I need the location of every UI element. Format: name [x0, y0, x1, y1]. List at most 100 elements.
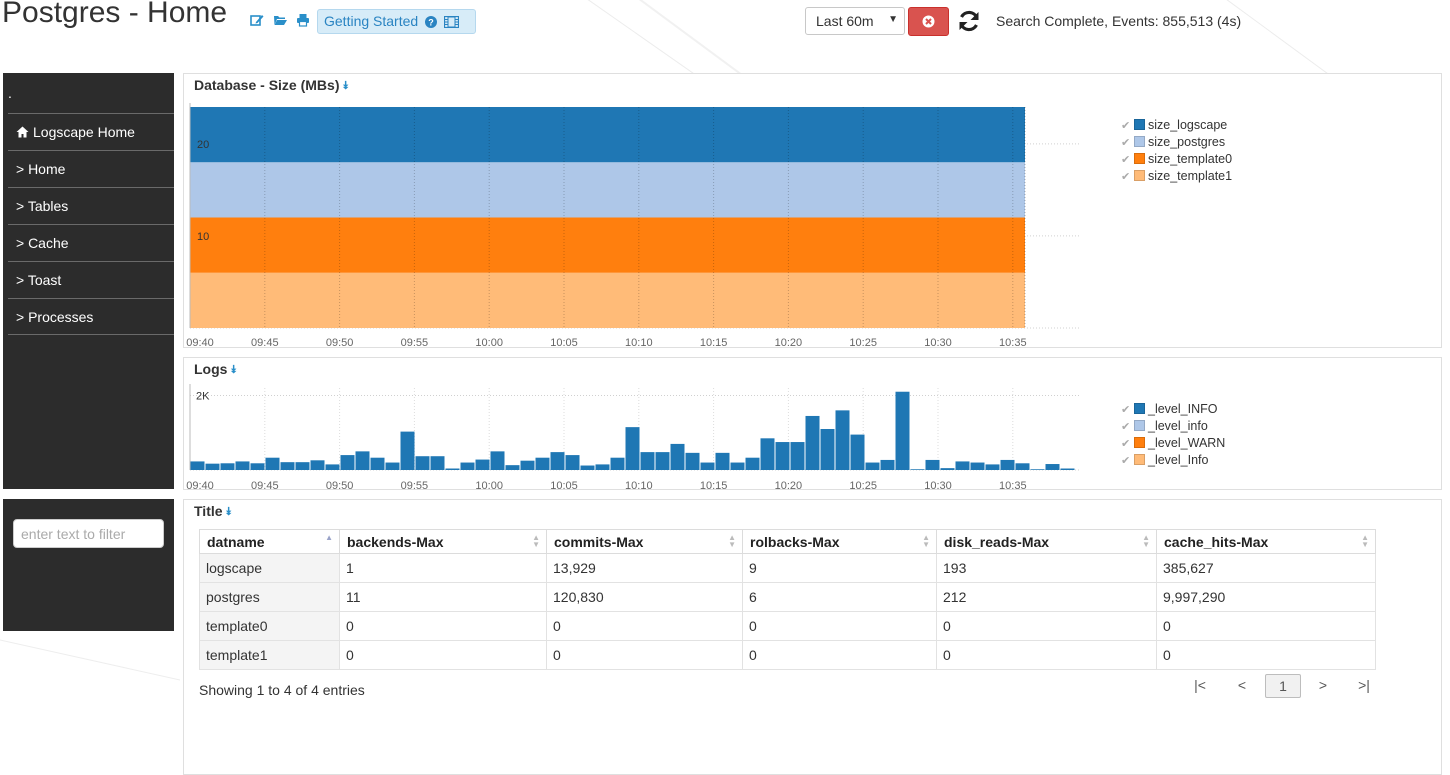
pager-next-button[interactable]: > [1308, 674, 1338, 698]
column-header-backends[interactable]: backends-Max ▲ ▼ [339, 529, 547, 554]
table-cell: 13,929 [546, 553, 743, 583]
column-header-cache-hits[interactable]: cache_hits-Max ▲ ▼ [1156, 529, 1376, 554]
folder-open-icon[interactable] [273, 13, 287, 27]
legend-swatch [1134, 136, 1145, 147]
table-cell: template0 [199, 611, 340, 641]
bar-_level_INFO [850, 434, 865, 470]
bar-_level_INFO [775, 442, 790, 470]
x-tick-label: 09:55 [401, 337, 429, 349]
legend-item[interactable]: ✔ _level_WARN [1121, 436, 1225, 453]
bar-_level_INFO [565, 455, 580, 470]
x-tick-label: 10:35 [999, 480, 1027, 491]
bar-_level_INFO [235, 461, 250, 470]
stop-search-button[interactable] [908, 7, 949, 36]
table-row[interactable]: template1 0 0 0 0 0 [199, 640, 1376, 670]
checkmark-icon: ✔ [1121, 120, 1131, 132]
column-label: commits-Max [554, 533, 644, 550]
checkmark-icon: ✔ [1121, 154, 1131, 166]
bar-_level_INFO [1015, 463, 1030, 470]
table-cell: 212 [936, 582, 1157, 612]
legend-item[interactable]: ✔ size_template0 [1121, 152, 1232, 169]
legend-swatch [1134, 437, 1145, 448]
logs-legend: ✔ _level_INFO ✔ _level_info ✔ _level_WARN ✔ _le… [1121, 402, 1225, 470]
legend-item[interactable]: ✔ size_logscape [1121, 118, 1232, 135]
time-range-select[interactable]: Last 60m ▼ [805, 7, 905, 35]
column-label: datname [207, 533, 265, 550]
chevron-down-icon[interactable]: ⯯ [226, 506, 233, 519]
x-tick-label: 10:35 [999, 337, 1027, 349]
bar-_level_INFO [910, 469, 925, 470]
table-title: Title [194, 503, 223, 519]
sort-icon: ▲ ▼ [532, 533, 540, 549]
bar-_level_INFO [205, 463, 220, 470]
legend-swatch [1134, 119, 1145, 130]
checkmark-icon: ✔ [1121, 137, 1131, 149]
sidebar-item-toast[interactable]: > Toast [8, 261, 174, 297]
sidebar-marker: . [8, 85, 12, 101]
x-tick-label: 10:10 [625, 480, 653, 491]
bar-_level_INFO [805, 415, 820, 470]
legend-item[interactable]: ✔ _level_Info [1121, 453, 1225, 470]
y-tick-label: 2K [196, 390, 210, 402]
print-icon[interactable] [296, 13, 310, 27]
table-cell: 0 [742, 640, 937, 670]
time-range-value: Last 60m [816, 13, 874, 29]
sidebar-item-tables[interactable]: > Tables [8, 187, 174, 223]
x-tick-label: 10:05 [550, 337, 578, 349]
bar-_level_INFO [430, 456, 445, 470]
legend-swatch [1134, 403, 1145, 414]
table-row[interactable]: postgres 11 120,830 6 212 9,997,290 [199, 582, 1376, 612]
db-size-panel: Database - Size (MBs) ⯯ 10 20 09:40 09:45 09:… [183, 73, 1442, 349]
refresh-icon[interactable] [956, 8, 982, 34]
bar-_level_INFO [985, 464, 1000, 470]
checkmark-icon: ✔ [1121, 404, 1131, 416]
pager-page-1[interactable]: 1 [1265, 674, 1301, 698]
column-header-commits[interactable]: commits-Max ▲ ▼ [546, 529, 743, 554]
table-cell: logscape [199, 553, 340, 583]
legend-item[interactable]: ✔ size_postgres [1121, 135, 1232, 152]
table-cell: 0 [546, 640, 743, 670]
getting-started-button[interactable]: Getting Started ? [317, 9, 476, 34]
legend-item[interactable]: ✔ size_template1 [1121, 169, 1232, 186]
filter-input[interactable] [13, 519, 164, 548]
pager-last-button[interactable]: >| [1348, 674, 1380, 698]
bar-_level_INFO [880, 459, 895, 470]
sidebar-item-label: > Processes [16, 309, 94, 325]
sidebar-item-processes[interactable]: > Processes [8, 298, 174, 335]
x-tick-label: 09:50 [326, 480, 354, 491]
x-tick-label: 10:15 [700, 337, 728, 349]
sidebar-item-label: > Toast [16, 272, 62, 288]
table-row[interactable]: template0 0 0 0 0 0 [199, 611, 1376, 641]
bar-_level_INFO [370, 457, 385, 470]
column-header-datname[interactable]: datname ▲ [199, 529, 340, 554]
pager-first-button[interactable]: |< [1184, 674, 1216, 698]
film-icon [443, 16, 459, 28]
bar-_level_INFO [865, 462, 880, 470]
legend-label: _level_INFO [1148, 402, 1218, 416]
legend-swatch [1134, 454, 1145, 465]
table-info: Showing 1 to 4 of 4 entries [199, 682, 365, 698]
sidebar-item-cache[interactable]: > Cache [8, 224, 174, 260]
x-tick-label: 10:20 [775, 480, 803, 491]
x-tick-label: 10:05 [550, 480, 578, 491]
table-row[interactable]: logscape 1 13,929 9 193 385,627 [199, 553, 1376, 583]
pager-prev-button[interactable]: < [1227, 674, 1257, 698]
x-tick-label: 09:45 [251, 480, 279, 491]
table-cell: 9 [742, 553, 937, 583]
bar-_level_INFO [400, 431, 415, 470]
bar-_level_INFO [820, 429, 835, 470]
sidebar-item-logscape-home[interactable]: Logscape Home [8, 113, 174, 149]
column-header-disk-reads[interactable]: disk_reads-Max ▲ ▼ [936, 529, 1157, 554]
bar-_level_INFO [940, 468, 955, 470]
column-header-rolbacks[interactable]: rolbacks-Max ▲ ▼ [742, 529, 937, 554]
sidebar-item-home[interactable]: > Home [8, 150, 174, 186]
sidebar-item-label: Logscape Home [33, 124, 135, 140]
page-title: Postgres - Home [2, 0, 228, 29]
legend-item[interactable]: ✔ _level_INFO [1121, 402, 1225, 419]
bar-_level_INFO [220, 463, 235, 470]
bar-_level_INFO [595, 464, 610, 470]
edit-icon[interactable] [250, 13, 264, 27]
sidebar-item-label: > Cache [16, 235, 69, 251]
legend-item[interactable]: ✔ _level_info [1121, 419, 1225, 436]
table-cell: 0 [742, 611, 937, 641]
